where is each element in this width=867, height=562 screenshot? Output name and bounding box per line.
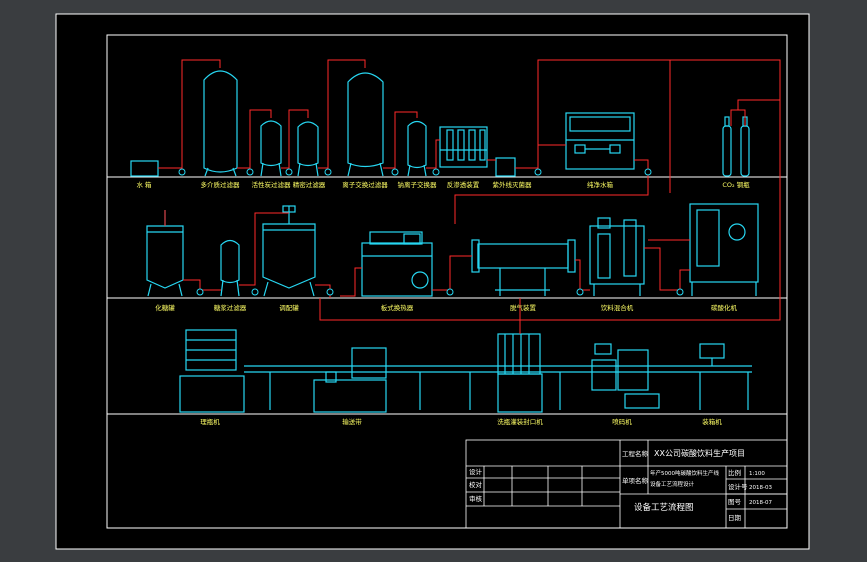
process-flow-drawing: 水 箱 多介质过滤器 活性炭过滤器 精密过滤器 离子交换过滤器 钠离子交换器 反… — [55, 13, 810, 550]
label-mixing-tank: 调配罐 — [279, 303, 299, 312]
label-uv-sterilizer: 紫外线灭菌器 — [493, 180, 533, 189]
label-carbonator: 碳酸化机 — [711, 303, 738, 312]
label-multimedia-filter: 多介质过滤器 — [201, 180, 241, 189]
tb-scale-value: 1:100 — [749, 471, 765, 477]
label-heat-exchanger: 板式换热器 — [381, 303, 414, 312]
label-coder: 喷码机 — [612, 417, 632, 426]
tb-scale-label: 比例 — [728, 468, 741, 477]
label-water-tank: 水 箱 — [136, 180, 152, 189]
tb-unit-line1: 年产5000吨碳酸饮料生产线 — [650, 469, 719, 477]
tb-project-label: 工程名称 — [622, 449, 649, 458]
label-beverage-mixer: 饮料混合机 — [601, 303, 634, 312]
label-pure-water-tank: 纯净水箱 — [587, 180, 614, 189]
tb-left-row-3: 审核 — [469, 494, 483, 503]
tb-drawing-title: 设备工艺流程图 — [634, 502, 694, 513]
label-filler: 洗瓶灌装封口机 — [497, 417, 543, 426]
tb-design-no-value: 2018-03 — [749, 485, 772, 491]
tb-left-row-1: 设计 — [469, 467, 483, 476]
label-sodium-exchanger: 钠离子交换器 — [398, 180, 438, 189]
label-sugar-tank: 化糖罐 — [155, 303, 175, 312]
label-ro-unit: 反渗透装置 — [447, 180, 480, 189]
label-co2: CO₂ 钢瓶 — [722, 181, 750, 189]
label-conveyor: 输送带 — [342, 417, 362, 426]
label-unscrambler: 理瓶机 — [200, 417, 220, 426]
label-ion-exchange: 离子交换过滤器 — [342, 180, 388, 189]
tb-drawing-no-value: 2018-07 — [749, 500, 772, 506]
tb-date-label: 日期 — [728, 514, 742, 522]
label-carbon-filter: 活性炭过滤器 — [252, 180, 292, 189]
label-case-packer: 装箱机 — [702, 417, 722, 426]
label-precision-filter: 精密过滤器 — [293, 180, 326, 189]
label-syrup-filter: 糖浆过滤器 — [214, 303, 247, 312]
tb-unit-line2: 设备工艺流程设计 — [650, 480, 695, 488]
tb-left-row-2: 校对 — [469, 480, 483, 489]
label-deaerator: 脱气装置 — [510, 303, 537, 312]
tb-project-name: XX公司碳酸饮料生产项目 — [654, 448, 745, 458]
tb-unit-label: 单项名称 — [622, 476, 649, 485]
tb-design-no-label: 设计号 — [728, 482, 748, 491]
tb-drawing-no-label: 图号 — [728, 498, 742, 506]
